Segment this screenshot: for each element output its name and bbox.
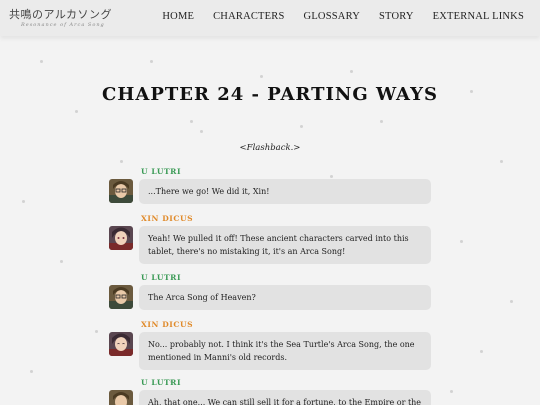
dialogue-bubble: No... probably not. I think it's the Sea… (139, 332, 431, 370)
dialogue-bubble: ...There we go! We did it, Xin! (139, 179, 431, 204)
dialogue-bubble: The Arca Song of Heaven? (139, 285, 431, 310)
xin-dicus-avatar (109, 332, 133, 356)
speaker-name: U LUTRI (141, 167, 182, 176)
chapter-title: CHAPTER 24 - PARTING WAYS (102, 84, 438, 105)
u-lutri-avatar (109, 179, 133, 203)
logo-subtitle: Resonance of Arca Song (21, 22, 105, 28)
nav-characters[interactable]: CHARACTERS (213, 11, 284, 22)
speaker-name: XIN DICUS (141, 320, 194, 329)
dialogue-bubble: Ah, that one... We can still sell it for… (139, 390, 431, 405)
site-logo[interactable]: 共鳴のアルカソング Resonance of Arca Song (9, 8, 113, 29)
nav-home[interactable]: HOME (162, 11, 194, 22)
flashback-note: <Flashback.> (239, 143, 301, 153)
top-navigation-bar: 共鳴のアルカソング Resonance of Arca Song HOME CH… (0, 0, 540, 36)
dialogue-bubble: Yeah! We pulled it off! These ancient ch… (139, 226, 431, 264)
nav-story[interactable]: STORY (379, 11, 414, 22)
main-nav: HOME CHARACTERS GLOSSARY STORY EXTERNAL … (143, 11, 524, 22)
speaker-name: U LUTRI (141, 273, 182, 282)
nav-external-links[interactable]: EXTERNAL LINKS (433, 11, 524, 22)
xin-dicus-avatar (109, 226, 133, 250)
speaker-name: XIN DICUS (141, 214, 194, 223)
u-lutri-avatar (109, 285, 133, 309)
nav-glossary[interactable]: GLOSSARY (304, 11, 360, 22)
u-lutri-avatar (109, 390, 133, 405)
logo-title: 共鳴のアルカソング (9, 8, 113, 21)
speaker-name: U LUTRI (141, 378, 182, 387)
